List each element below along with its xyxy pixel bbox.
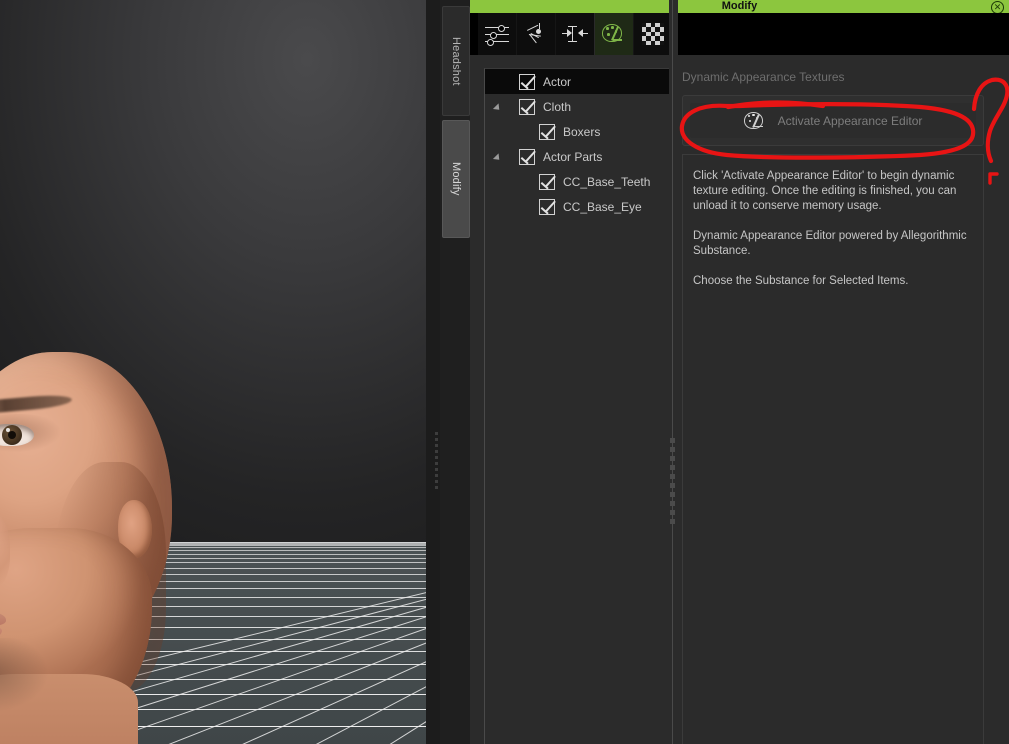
eyebrow — [0, 393, 73, 416]
tree-expander-icon[interactable] — [492, 153, 503, 163]
object-tree-panel[interactable]: Actor Cloth Boxers Actor Parts CC_Base_Teeth… — [484, 68, 670, 744]
checkerboard-icon — [642, 23, 664, 45]
vertical-tab-modify[interactable]: Modify — [442, 120, 470, 238]
modify-toolbar — [470, 13, 1009, 55]
splitter-line — [672, 0, 673, 744]
tree-checkbox[interactable] — [539, 124, 555, 140]
tree-checkbox[interactable] — [539, 174, 555, 190]
tree-properties-splitter-handle[interactable] — [670, 438, 675, 524]
info-text: Click 'Activate Appearance Editor' to be… — [693, 169, 977, 304]
tree-row[interactable]: Cloth — [485, 94, 670, 119]
toolbar-filler — [673, 13, 1009, 55]
fit-collapse-icon — [562, 25, 588, 43]
pose-tool-button[interactable] — [517, 13, 556, 55]
palette-brush-icon — [743, 111, 769, 131]
tree-row[interactable]: Actor Parts — [485, 144, 670, 169]
iris — [2, 425, 22, 445]
tree-row-label: Cloth — [543, 99, 572, 114]
activate-button-container: Activate Appearance Editor — [682, 95, 984, 146]
tree-checkbox[interactable] — [539, 199, 555, 215]
vertical-tab-strip: Headshot Modify — [440, 0, 470, 744]
eye-glint — [6, 428, 10, 432]
sliders-icon — [485, 24, 509, 46]
dock-title-bar: Modify ✕ — [470, 0, 1009, 14]
tree-row[interactable]: Actor — [485, 69, 670, 94]
tree-checkbox[interactable] — [519, 74, 535, 90]
page-title: Modify — [721, 0, 758, 12]
activate-appearance-editor-label: Activate Appearance Editor — [777, 113, 923, 128]
info-paragraph: Click 'Activate Appearance Editor' to be… — [693, 170, 957, 212]
tree-checkbox[interactable] — [519, 99, 535, 115]
tree-row-label: Actor — [543, 74, 572, 89]
tree-properties-splitter[interactable] — [669, 0, 678, 744]
viewport-dock-gutter — [426, 0, 440, 744]
tree-row[interactable]: CC_Base_Eye — [485, 194, 670, 219]
vertical-tab-headshot-label: Headshot — [450, 36, 462, 86]
info-paragraph: Choose the Substance for Selected Items. — [693, 275, 909, 287]
activate-appearance-editor-button[interactable]: Activate Appearance Editor — [690, 103, 976, 138]
info-paragraph: Dynamic Appearance Editor powered by All… — [693, 230, 967, 257]
eye — [0, 424, 34, 446]
tree-checkbox[interactable] — [519, 149, 535, 165]
pupil — [8, 431, 16, 439]
fit-tool-button[interactable] — [556, 13, 595, 55]
tree-expander-icon[interactable] — [492, 103, 503, 113]
texture-tool-button[interactable] — [634, 13, 673, 55]
vertical-tab-headshot[interactable]: Headshot — [442, 6, 470, 116]
viewport-grid-floor — [0, 542, 426, 744]
palette-brush-icon — [602, 23, 626, 45]
section-title: Dynamic Appearance Textures — [682, 70, 845, 84]
tree-row-label: CC_Base_Eye — [563, 199, 642, 214]
eye-socket — [0, 414, 70, 454]
tree-row[interactable]: CC_Base_Teeth — [485, 169, 670, 194]
pose-figure-icon — [525, 23, 547, 45]
application-window: Headshot Modify Modify ✕ Actor Cloth Box… — [0, 0, 1009, 744]
properties-panel: Dynamic Appearance Textures Activate App… — [678, 62, 1009, 744]
info-box: Click 'Activate Appearance Editor' to be… — [682, 154, 984, 744]
tree-row-label: CC_Base_Teeth — [563, 174, 651, 189]
tree-row-label: Boxers — [563, 124, 601, 139]
viewport-3d-preview[interactable] — [0, 0, 426, 744]
tree-row-label: Actor Parts — [543, 149, 603, 164]
vertical-tab-modify-label: Modify — [450, 162, 462, 196]
appearance-editor-tool-button[interactable] — [595, 13, 634, 55]
tree-row[interactable]: Boxers — [485, 119, 670, 144]
attributes-tool-button[interactable] — [478, 13, 517, 55]
